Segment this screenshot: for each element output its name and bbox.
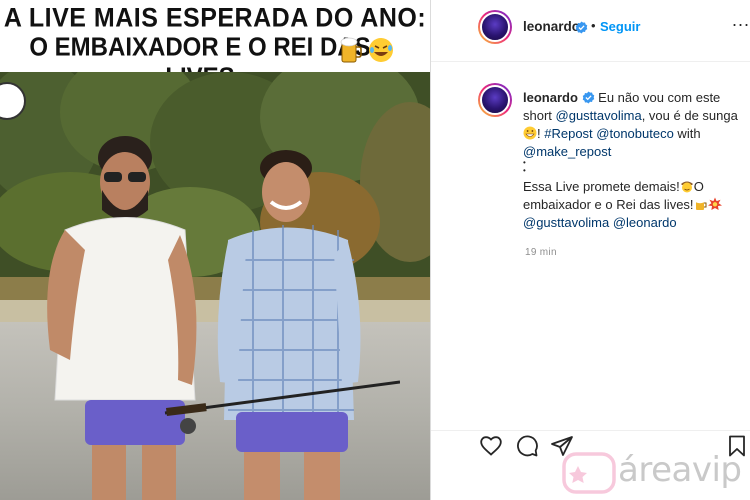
- mention-tonobuteco[interactable]: @tonobuteco: [596, 126, 674, 141]
- header-username[interactable]: leonardo: [523, 19, 580, 34]
- dot-1: •: [523, 158, 526, 167]
- post-sidebar: [430, 0, 750, 500]
- fishing-rod: [164, 380, 400, 434]
- mention-leonardo[interactable]: @leonardo: [613, 215, 677, 230]
- mention-make-repost[interactable]: @make_repost: [523, 144, 611, 159]
- comment-icon[interactable]: [515, 434, 539, 458]
- caption-text-5: Essa Live promete demais!: [523, 179, 680, 194]
- watermark-text: áreavip: [618, 450, 742, 490]
- header-avatar[interactable]: [478, 10, 512, 44]
- post-timestamp[interactable]: 19 min: [525, 247, 557, 258]
- cowboy-emoji-icon: [680, 181, 693, 193]
- header-separator: •: [591, 18, 596, 33]
- headline-line-1: A LIVE MAIS ESPERADA DO ANO:: [3, 2, 427, 34]
- follow-button[interactable]: Seguir: [600, 19, 640, 34]
- caption-line-1: leonardo Eu não vou com este: [523, 89, 743, 107]
- caption-line-3: ! #Repost @tonobuteco with: [523, 125, 743, 143]
- image-headline: A LIVE MAIS ESPERADA DO ANO: O EMBAIXADO…: [0, 0, 430, 92]
- man-plaid-shirt: [217, 150, 361, 500]
- caption-text-4: with: [673, 126, 701, 141]
- caption-text-7: embaixador e o Rei das lives!: [523, 197, 694, 212]
- beer-small-emoji-icon: [694, 198, 707, 210]
- caption-text-1: Eu não vou com este: [598, 90, 721, 105]
- caption-verified-icon: [582, 91, 594, 104]
- boom-emoji-icon: [707, 197, 722, 210]
- heart-icon[interactable]: [479, 434, 503, 458]
- caption-text-6: O: [693, 179, 704, 194]
- man-white-shirt: [47, 136, 197, 500]
- caption-line-7: @gusttavolima @leonardo: [523, 214, 743, 232]
- beer-emoji-icon: [340, 37, 362, 63]
- caption-text-3: , vou é de sunga: [641, 108, 738, 123]
- caption-line-5: Essa Live promete demais! O: [523, 178, 743, 196]
- caption-avatar[interactable]: [478, 83, 512, 117]
- laughing-emoji-icon: [369, 38, 393, 62]
- caption-text-2: short: [523, 108, 556, 123]
- hashtag-repost[interactable]: #Repost: [544, 126, 592, 141]
- verified-icon: [575, 21, 588, 34]
- grin-emoji-icon: [523, 126, 537, 140]
- caption-line-2: short @gusttavolima, vou é de sunga: [523, 107, 743, 125]
- mention-gusttavolima[interactable]: @gusttavolima: [556, 108, 642, 123]
- instagram-post: A LIVE MAIS ESPERADA DO ANO: O EMBAIXADO…: [0, 0, 750, 500]
- dot-2: •: [523, 166, 526, 175]
- caption-dots: • •: [523, 159, 743, 175]
- post-image[interactable]: A LIVE MAIS ESPERADA DO ANO: O EMBAIXADO…: [0, 0, 430, 500]
- caption-username[interactable]: leonardo: [523, 90, 578, 105]
- more-icon[interactable]: ...: [732, 10, 750, 31]
- mention-gusttavolima-2[interactable]: @gusttavolima: [523, 215, 609, 230]
- caption-line-6: embaixador e o Rei das lives!: [523, 196, 743, 214]
